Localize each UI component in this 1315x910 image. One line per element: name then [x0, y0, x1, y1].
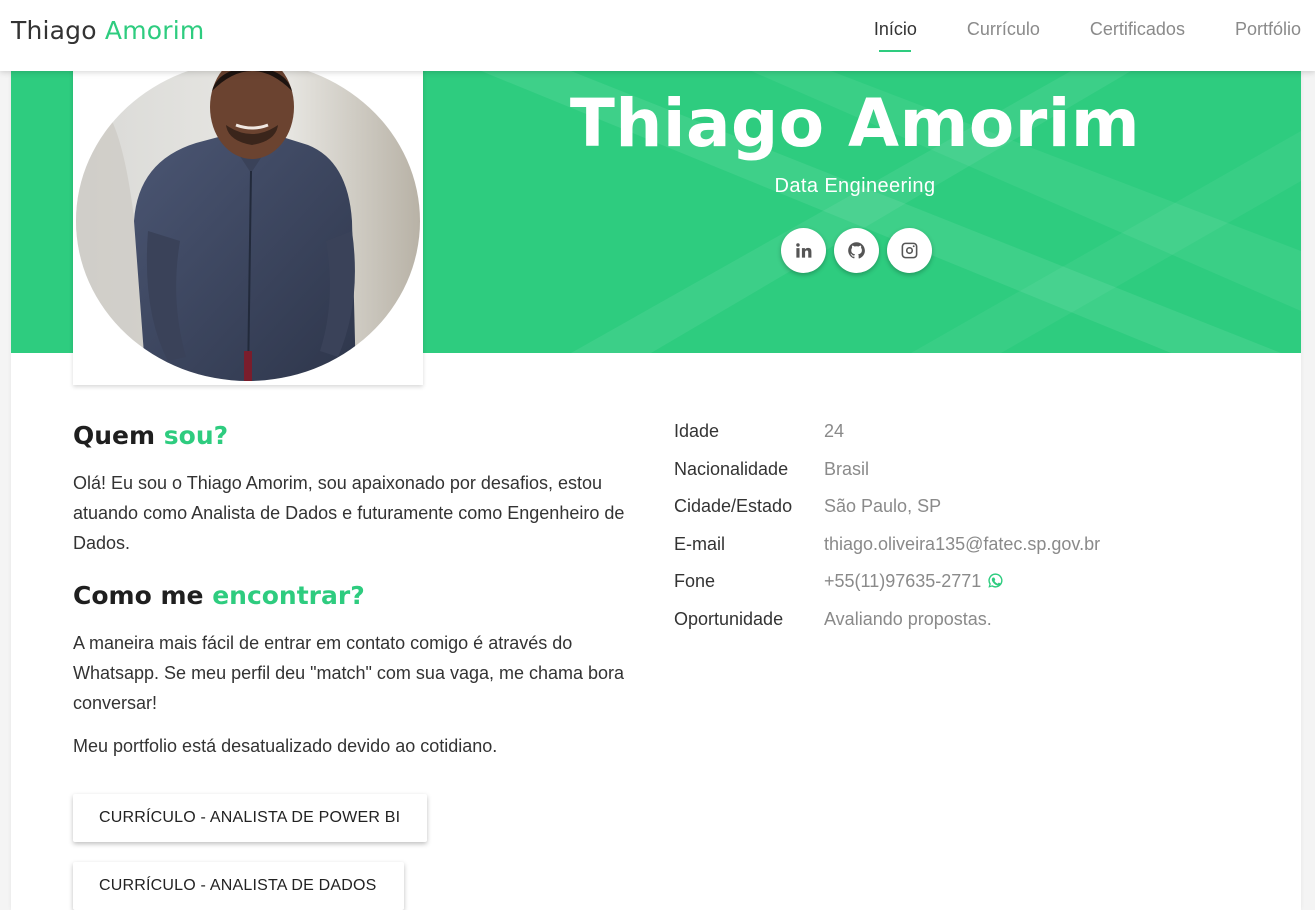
- hero-name: Thiago Amorim: [569, 85, 1141, 162]
- info-value: Avaliando propostas.: [824, 609, 992, 629]
- social-links: [781, 228, 940, 273]
- info-label: E-mail: [674, 534, 726, 554]
- brand-first-name: Thiago: [11, 16, 97, 45]
- phone-value: +55(11)97635-2771: [824, 571, 1004, 592]
- info-label: Nacionalidade: [674, 459, 789, 479]
- info-label: Fone: [674, 571, 716, 591]
- info-label: Cidade/Estado: [674, 496, 793, 516]
- github-icon: [848, 242, 865, 259]
- brand-logo[interactable]: Thiago Amorim: [11, 16, 204, 45]
- cv-powerbi-button[interactable]: CURRÍCULO - ANALISTA DE POWER BI: [73, 794, 428, 842]
- contact-title-start: Como me: [73, 581, 204, 610]
- github-button[interactable]: [834, 228, 879, 273]
- info-value: São Paulo, SP: [824, 496, 942, 516]
- nav-link-portfolio[interactable]: Portfólio: [1235, 19, 1301, 40]
- cv-dados-button[interactable]: CURRÍCULO - ANALISTA DE DADOS: [73, 862, 404, 910]
- hero-role: Data Engineering: [774, 175, 936, 197]
- instagram-button[interactable]: [887, 228, 932, 273]
- info-value: 24: [824, 421, 845, 441]
- phone-number: +55(11)97635-2771: [824, 571, 982, 591]
- info-label: Oportunidade: [674, 609, 784, 629]
- profile-photo-frame: [73, 61, 423, 385]
- info-label: Idade: [674, 421, 720, 441]
- nav-link-inicio[interactable]: Início: [874, 19, 917, 40]
- instagram-icon: [901, 242, 918, 259]
- email-link[interactable]: thiago.oliveira135@fatec.sp.gov.br: [824, 534, 1100, 555]
- contact-text: A maneira mais fácil de entrar em contat…: [73, 633, 625, 713]
- profile-card: Thiago Amorim Data Engineering Quem sou?…: [11, 61, 1301, 910]
- brand-last-name: Amorim: [104, 16, 205, 45]
- nav-link-curriculo[interactable]: Currículo: [967, 19, 1040, 40]
- profile-photo: [76, 61, 420, 381]
- portfolio-note: Meu portfolio está desatualizado devido …: [73, 736, 498, 756]
- about-title: Quem sou?: [73, 421, 228, 450]
- linkedin-icon: [796, 243, 812, 258]
- contact-title-accent: encontrar?: [212, 581, 365, 610]
- about-title-accent: sou?: [163, 421, 229, 450]
- contact-title: Como me encontrar?: [73, 581, 365, 610]
- nav-link-certificados[interactable]: Certificados: [1090, 19, 1185, 40]
- info-value: Brasil: [824, 459, 870, 479]
- about-title-start: Quem: [73, 421, 156, 450]
- linkedin-button[interactable]: [781, 228, 826, 273]
- about-text: Olá! Eu sou o Thiago Amorim, sou apaixon…: [73, 473, 625, 553]
- top-navbar: Thiago Amorim Início Currículo Certifica…: [0, 0, 1315, 71]
- whatsapp-icon[interactable]: [987, 572, 1004, 589]
- nav-menu: Início Currículo Certificados Portfólio: [824, 19, 1301, 40]
